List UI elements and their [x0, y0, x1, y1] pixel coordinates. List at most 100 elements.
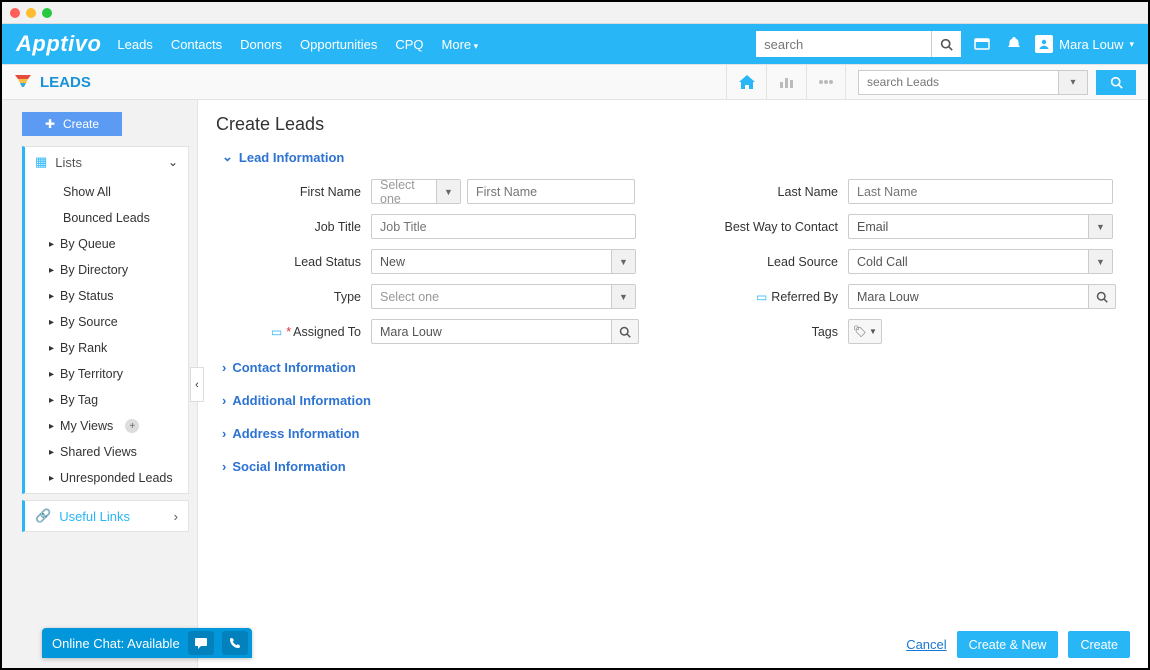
chevron-right-icon: ›	[222, 459, 226, 474]
chat-widget[interactable]: Online Chat: Available	[42, 628, 252, 658]
sidebar-by-directory[interactable]: ▸By Directory	[25, 257, 188, 283]
label-lead-status: Lead Status	[216, 255, 371, 269]
sidebar-by-rank[interactable]: ▸By Rank	[25, 335, 188, 361]
add-view-icon[interactable]: +	[125, 419, 139, 433]
nav-more[interactable]: More ▾	[442, 37, 479, 52]
module-search-input[interactable]	[858, 70, 1058, 95]
label-assigned-to: ▭*Assigned To	[216, 325, 371, 339]
sidebar: ✚ Create ▦ Lists ⌄ Show All Bounced Lead…	[2, 100, 198, 670]
chat-icon	[194, 637, 208, 649]
field-best-way: Best Way to Contact Email ▼	[693, 214, 1130, 239]
sidebar-by-tag[interactable]: ▸By Tag	[25, 387, 188, 413]
lead-source-select[interactable]: Cold Call ▼	[848, 249, 1113, 274]
job-title-input[interactable]	[371, 214, 636, 239]
apps-icon[interactable]	[971, 33, 993, 55]
nav-contacts[interactable]: Contacts	[171, 37, 222, 52]
chat-status-text: Online Chat: Available	[52, 636, 180, 651]
field-referred-by: ▭Referred By	[693, 284, 1130, 309]
minimize-window-dot[interactable]	[26, 8, 36, 18]
section-lead-information[interactable]: ⌄ Lead Information	[222, 149, 1130, 165]
section-social-information[interactable]: › Social Information	[222, 459, 1130, 474]
field-assigned-to: ▭*Assigned To	[216, 319, 653, 344]
sidebar-by-queue[interactable]: ▸By Queue	[25, 231, 188, 257]
user-menu[interactable]: Mara Louw ▾	[1035, 35, 1134, 53]
link-icon: 🔗	[35, 508, 51, 524]
search-icon	[1096, 291, 1108, 303]
label-lead-source: Lead Source	[693, 255, 848, 269]
referred-by-input[interactable]	[848, 284, 1088, 309]
funnel-icon	[14, 73, 32, 91]
global-search-input[interactable]	[756, 31, 931, 57]
chevron-down-icon: ▼	[436, 180, 460, 203]
best-way-select[interactable]: Email ▼	[848, 214, 1113, 239]
chevron-down-icon: ▼	[1088, 215, 1112, 238]
notifications-icon[interactable]	[1003, 33, 1025, 55]
label-last-name: Last Name	[693, 185, 848, 199]
sidebar-lists-header[interactable]: ▦ Lists ⌄	[25, 147, 188, 177]
module-search-button[interactable]	[1096, 70, 1136, 95]
phone-icon	[229, 637, 241, 649]
section-additional-information[interactable]: › Additional Information	[222, 393, 1130, 408]
type-select[interactable]: Select one ▼	[371, 284, 636, 309]
card-icon: ▭	[271, 325, 282, 339]
lead-status-select[interactable]: New ▼	[371, 249, 636, 274]
create-submit-button[interactable]: Create	[1068, 631, 1130, 658]
home-icon[interactable]	[726, 65, 766, 99]
section-contact-information[interactable]: › Contact Information	[222, 360, 1130, 375]
chat-call-button[interactable]	[222, 631, 248, 655]
chat-message-button[interactable]	[188, 631, 214, 655]
chevron-down-icon: ▼	[1088, 250, 1112, 273]
label-referred-by: ▭Referred By	[693, 290, 848, 304]
field-type: Type Select one ▼	[216, 284, 653, 309]
sidebar-show-all[interactable]: Show All	[25, 179, 188, 205]
more-options-icon[interactable]	[806, 65, 846, 99]
nav-items: Leads Contacts Donors Opportunities CPQ …	[117, 37, 478, 52]
main-content: Create Leads ⌄ Lead Information First Na…	[198, 100, 1148, 670]
nav-donors[interactable]: Donors	[240, 37, 282, 52]
chevron-down-icon: ⌄	[222, 149, 233, 165]
close-window-dot[interactable]	[10, 8, 20, 18]
nav-leads[interactable]: Leads	[117, 37, 152, 52]
label-job-title: Job Title	[216, 220, 371, 234]
sidebar-shared-views[interactable]: ▸Shared Views	[25, 439, 188, 465]
sidebar-by-source[interactable]: ▸By Source	[25, 309, 188, 335]
section-address-information[interactable]: › Address Information	[222, 426, 1130, 441]
module-title: LEADS	[14, 73, 91, 91]
label-tags: Tags	[693, 325, 848, 339]
assigned-to-input[interactable]	[371, 319, 611, 344]
search-icon	[619, 326, 631, 338]
last-name-input[interactable]	[848, 179, 1113, 204]
chart-icon[interactable]	[766, 65, 806, 99]
nav-opportunities[interactable]: Opportunities	[300, 37, 377, 52]
referred-by-lookup-button[interactable]	[1088, 284, 1116, 309]
sidebar-by-territory[interactable]: ▸By Territory	[25, 361, 188, 387]
global-search-button[interactable]	[931, 31, 961, 57]
sidebar-useful-links[interactable]: 🔗 Useful Links ›	[22, 500, 189, 532]
create-button[interactable]: ✚ Create	[22, 112, 122, 136]
field-first-name: First Name Select one ▼	[216, 179, 653, 204]
chevron-right-icon: ›	[222, 393, 226, 408]
chevron-right-icon: ›	[174, 509, 178, 524]
window-titlebar	[2, 2, 1148, 24]
chevron-down-icon: ▼	[611, 250, 635, 273]
avatar-icon	[1035, 35, 1053, 53]
brand-logo[interactable]: Apptivo	[16, 31, 101, 57]
sidebar-unresponded-leads[interactable]: ▸Unresponded Leads	[25, 465, 188, 491]
salutation-select[interactable]: Select one ▼	[371, 179, 461, 204]
nav-cpq[interactable]: CPQ	[395, 37, 423, 52]
chevron-right-icon: ›	[222, 360, 226, 375]
module-search-dropdown[interactable]: ▾	[1058, 70, 1088, 95]
chevron-down-icon: ▼	[611, 285, 635, 308]
cancel-link[interactable]: Cancel	[906, 637, 946, 652]
chevron-down-icon: ▾	[1129, 39, 1134, 50]
tags-button[interactable]: 🏷▼	[848, 319, 882, 344]
sidebar-by-status[interactable]: ▸By Status	[25, 283, 188, 309]
sidebar-collapse-handle[interactable]: ‹	[190, 367, 204, 402]
sidebar-bounced-leads[interactable]: Bounced Leads	[25, 205, 188, 231]
maximize-window-dot[interactable]	[42, 8, 52, 18]
assigned-to-lookup-button[interactable]	[611, 319, 639, 344]
card-icon: ▭	[756, 290, 767, 304]
sidebar-my-views[interactable]: ▸My Views+	[25, 413, 188, 439]
create-and-new-button[interactable]: Create & New	[957, 631, 1059, 658]
first-name-input[interactable]	[467, 179, 635, 204]
